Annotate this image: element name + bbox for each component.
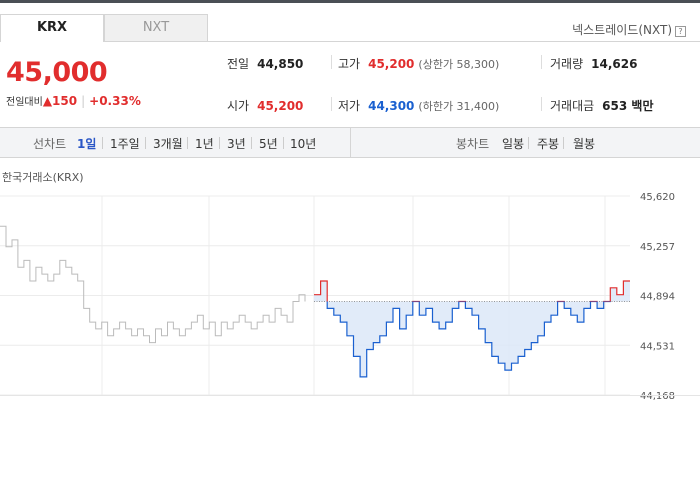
data-point [373,342,374,343]
data-point [478,328,479,329]
data-point [399,328,400,329]
data-point [577,321,578,322]
data-point [491,356,492,357]
data-point [610,287,611,288]
y-tick-label: 45,620 [640,192,675,203]
data-point [346,335,347,336]
data-point [406,315,407,316]
data-point [438,328,439,329]
data-point [471,315,472,316]
data-point [504,369,505,370]
data-point [359,376,360,377]
data-point [524,349,525,350]
data-point [445,321,446,322]
data-point [313,294,314,295]
y-tick-label: 44,894 [640,292,675,303]
data-point [452,308,453,309]
data-point [353,356,354,357]
data-point [412,301,413,302]
data-point [511,363,512,364]
chart-bottom-line [0,395,700,396]
data-point [623,280,624,281]
data-point [386,321,387,322]
data-point [485,342,486,343]
data-point [498,363,499,364]
y-tick-label: 44,531 [640,341,675,352]
data-point [603,301,604,302]
data-point [590,301,591,302]
data-point [629,280,630,281]
data-point [564,308,565,309]
data-point [366,349,367,350]
series-previous-line [0,225,306,344]
data-point [465,308,466,309]
data-point [379,335,380,336]
data-point [616,294,617,295]
data-point [550,315,551,316]
data-point [583,308,584,309]
data-point [557,301,558,302]
y-tick-label: 44,168 [640,391,675,402]
data-point [432,321,433,322]
data-point [570,315,571,316]
data-point [425,308,426,309]
data-point [544,321,545,322]
data-point [537,335,538,336]
data-point [419,315,420,316]
y-tick-label: 45,257 [640,242,675,253]
data-point [327,308,328,309]
data-point [458,301,459,302]
data-point [320,280,321,281]
price-chart: 45,620 45,257 44,894 44,531 44,168 [0,192,675,402]
data-point [340,321,341,322]
data-point [333,315,334,316]
data-point [392,308,393,309]
data-point [596,308,597,309]
data-point [531,342,532,343]
data-point [517,356,518,357]
